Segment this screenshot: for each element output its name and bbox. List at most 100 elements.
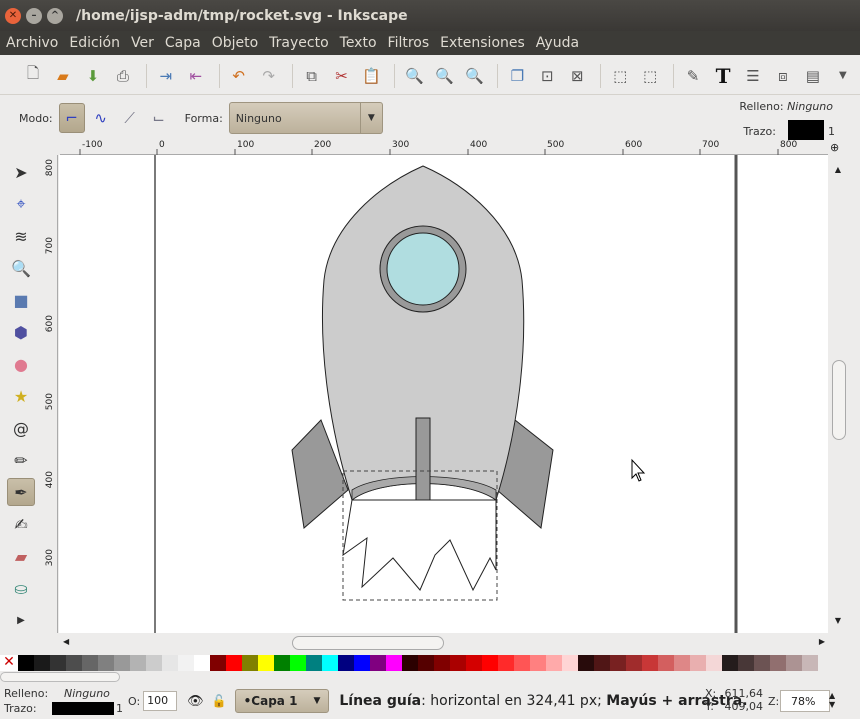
color-swatch[interactable]	[626, 655, 642, 671]
menu-edicion[interactable]: Edición	[63, 35, 125, 51]
zoom-corner-icon[interactable]: ⊕	[830, 141, 839, 154]
color-swatch[interactable]	[146, 655, 162, 671]
redo-icon[interactable]: ↷	[256, 63, 282, 89]
color-swatch[interactable]	[242, 655, 258, 671]
color-swatch[interactable]	[34, 655, 50, 671]
import-icon[interactable]: ⇥	[153, 63, 179, 89]
color-swatch[interactable]	[354, 655, 370, 671]
new-document-icon[interactable]: 🗋	[20, 63, 46, 89]
3d-box-tool-icon[interactable]: ⬢	[7, 318, 35, 346]
pencil-tool-icon[interactable]: ✏	[7, 446, 35, 474]
color-swatch[interactable]	[178, 655, 194, 671]
color-swatch[interactable]	[434, 655, 450, 671]
vertical-scroll-thumb[interactable]	[832, 360, 846, 440]
color-swatch[interactable]	[754, 655, 770, 671]
fill-stroke-icon[interactable]: ✎	[680, 63, 706, 89]
color-swatch[interactable]	[194, 655, 210, 671]
color-swatch[interactable]	[402, 655, 418, 671]
color-swatch[interactable]	[274, 655, 290, 671]
menu-texto[interactable]: Texto	[334, 35, 382, 51]
no-paint-swatch[interactable]: ✕	[0, 655, 18, 671]
bezier-mode-button[interactable]: ⌐	[58, 103, 85, 133]
menu-capa[interactable]: Capa	[159, 35, 206, 51]
tweak-tool-icon[interactable]: ≋	[7, 222, 35, 250]
color-swatch[interactable]	[98, 655, 114, 671]
duplicate-icon[interactable]: ❐	[504, 63, 530, 89]
spiral-tool-icon[interactable]: @	[7, 414, 35, 442]
align-distribute-icon[interactable]: ▤	[800, 63, 826, 89]
color-swatch[interactable]	[722, 655, 738, 671]
color-swatch[interactable]	[66, 655, 82, 671]
drawing-canvas[interactable]	[59, 155, 828, 633]
ungroup-icon[interactable]: ⬚	[637, 63, 663, 89]
color-swatch[interactable]	[658, 655, 674, 671]
stroke-swatch[interactable]	[788, 120, 824, 142]
export-icon[interactable]: ⇤	[183, 63, 209, 89]
color-swatch[interactable]	[370, 655, 386, 671]
unlink-clone-icon[interactable]: ⊠	[564, 63, 590, 89]
xml-editor-icon[interactable]: ⧈	[770, 63, 796, 89]
color-swatch[interactable]	[706, 655, 722, 671]
scroll-up-icon[interactable]: ▲	[828, 165, 848, 174]
save-file-icon[interactable]: ⬇	[80, 63, 106, 89]
zigzag-mode-button[interactable]: ⟋	[117, 103, 143, 133]
lock-icon[interactable]: 🔓	[212, 694, 227, 708]
color-swatch[interactable]	[258, 655, 274, 671]
color-swatch[interactable]	[114, 655, 130, 671]
zoom-drawing-icon[interactable]: 🔍	[431, 63, 457, 89]
undo-icon[interactable]: ↶	[226, 63, 252, 89]
print-icon[interactable]: ⎙	[110, 63, 136, 89]
color-swatch[interactable]	[802, 655, 818, 671]
color-swatch[interactable]	[738, 655, 754, 671]
color-swatch[interactable]	[786, 655, 802, 671]
color-swatch[interactable]	[130, 655, 146, 671]
paint-bucket-tool-icon[interactable]: ⛀	[7, 574, 35, 602]
clone-icon[interactable]: ⊡	[534, 63, 560, 89]
color-swatch[interactable]	[450, 655, 466, 671]
rectangle-tool-icon[interactable]: ■	[7, 286, 35, 314]
star-tool-icon[interactable]: ★	[7, 382, 35, 410]
node-tool-icon[interactable]: ⌖	[7, 190, 35, 218]
color-swatch[interactable]	[210, 655, 226, 671]
menu-objeto[interactable]: Objeto	[206, 35, 263, 51]
copy-icon[interactable]: ⧉	[299, 63, 325, 89]
text-font-icon[interactable]: T	[710, 63, 736, 89]
menu-extensiones[interactable]: Extensiones	[434, 35, 530, 51]
color-swatch[interactable]	[290, 655, 306, 671]
color-swatch[interactable]	[50, 655, 66, 671]
opacity-spinner[interactable]: 100	[143, 691, 178, 711]
color-swatch[interactable]	[162, 655, 178, 671]
color-swatch[interactable]	[674, 655, 690, 671]
group-icon[interactable]: ⬚	[607, 63, 633, 89]
menu-ayuda[interactable]: Ayuda	[530, 35, 584, 51]
color-swatch[interactable]	[690, 655, 706, 671]
zoom-spinner-icon[interactable]: ▲ ▼	[829, 691, 835, 709]
more-commands-icon[interactable]: ▼	[830, 63, 856, 89]
color-swatch[interactable]	[546, 655, 562, 671]
bezier-pen-tool-icon[interactable]: ✒	[7, 478, 35, 506]
color-swatch[interactable]	[18, 655, 34, 671]
calligraphy-tool-icon[interactable]: ✍	[7, 510, 35, 538]
zoom-input[interactable]: 78%	[780, 690, 830, 712]
layers-icon[interactable]: ☰	[740, 63, 766, 89]
zoom-page-icon[interactable]: 🔍	[461, 63, 487, 89]
menu-archivo[interactable]: Archivo	[0, 35, 63, 51]
color-swatch[interactable]	[498, 655, 514, 671]
paraxial-mode-button[interactable]: ⌙	[146, 103, 172, 133]
color-swatch[interactable]	[610, 655, 626, 671]
close-window-button[interactable]: ✕	[5, 7, 21, 24]
status-stroke-swatch[interactable]	[52, 702, 114, 715]
toolbox-more-icon[interactable]: ▶	[7, 606, 35, 634]
scroll-down-icon[interactable]: ▼	[828, 616, 848, 625]
color-swatch[interactable]	[562, 655, 578, 671]
vertical-scrollbar[interactable]: ▲ ▼	[828, 155, 848, 633]
scroll-left-icon[interactable]: ◀	[63, 637, 69, 646]
cut-icon[interactable]: ✂	[329, 63, 355, 89]
shape-select[interactable]: Ninguno ▼	[228, 102, 383, 134]
maximize-window-button[interactable]: ^	[47, 7, 63, 24]
color-swatch[interactable]	[642, 655, 658, 671]
color-swatch[interactable]	[306, 655, 322, 671]
ellipse-tool-icon[interactable]: ●	[7, 350, 35, 378]
selector-tool-icon[interactable]: ➤	[7, 158, 35, 186]
spiro-mode-button[interactable]: ∿	[88, 103, 114, 133]
